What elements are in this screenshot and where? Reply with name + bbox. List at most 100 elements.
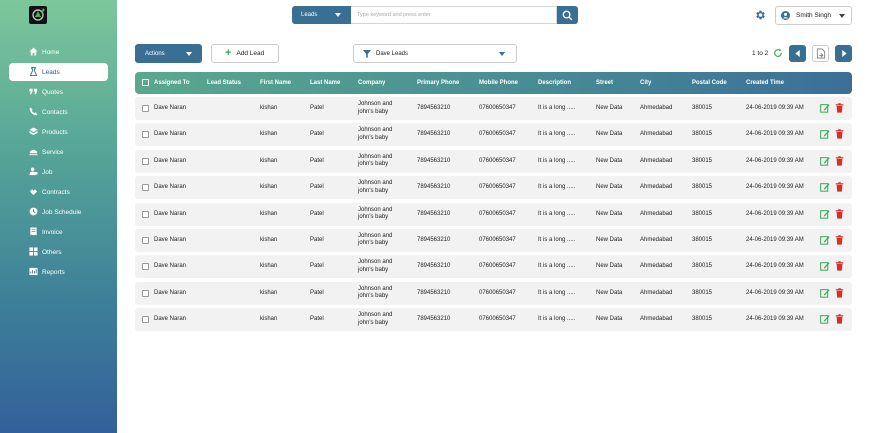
row-checkbox[interactable] [142,184,149,192]
row-checkbox[interactable] [142,210,149,218]
sidebar-item-leads[interactable]: Leads [9,63,108,81]
column-header-city[interactable]: City [640,80,651,86]
column-header-company[interactable]: Company [358,80,385,86]
description-cell: It is a long ..... [538,236,576,243]
sidebar-item-contacts[interactable]: Contacts [9,103,108,121]
created-time-cell: 24-06-2019 09:39 AM [746,316,804,323]
edit-icon[interactable] [820,182,830,192]
sidebar-item-job[interactable]: Job [9,163,108,181]
delete-icon[interactable] [835,156,844,166]
assigned-to-cell: Dave Naran [154,157,187,164]
column-header-description[interactable]: Description [538,80,571,86]
delete-icon[interactable] [835,287,844,298]
add-lead-button[interactable]: + Add Lead [211,44,279,63]
actions-dropdown[interactable]: Actions [135,44,202,63]
row-checkbox[interactable] [142,316,149,324]
column-header-created-time[interactable]: Created Time [746,80,784,86]
delete-icon[interactable] [835,235,844,245]
sidebar-item-quotes[interactable]: Quotes [9,83,108,101]
postal-code-cell: 380015 [692,263,713,270]
first-name-cell: kishan [260,316,278,323]
select-all-checkbox[interactable] [142,79,149,86]
primary-phone-cell: 7894563210 [417,105,451,111]
street-cell: New Data [596,131,623,138]
sidebar-item-job-schedule[interactable]: Job Schedule [9,203,108,221]
row-checkbox[interactable] [142,131,149,139]
edit-icon[interactable] [820,129,830,140]
delete-icon[interactable] [835,314,844,324]
row-checkbox[interactable] [142,263,149,271]
delete-icon[interactable] [835,182,844,192]
sidebar-item-products[interactable]: Products [9,123,108,141]
search-button[interactable] [557,6,578,24]
primary-phone-cell: 7894563210 [417,316,451,323]
table-row[interactable]: Dave Naran kishan Patel Johnson and john's … [135,176,852,200]
edit-icon[interactable] [820,288,830,298]
search-input[interactable] [351,6,557,24]
postal-code-cell: 380015 [692,184,713,191]
next-page-button[interactable] [835,45,852,62]
sidebar-item-service[interactable]: Service [9,143,108,161]
column-header-postal-code[interactable]: Postal Code [692,80,727,86]
row-checkbox[interactable] [142,289,149,297]
edit-icon[interactable] [820,103,830,113]
delete-icon[interactable] [835,129,844,139]
column-header-mobile-phone[interactable]: Mobile Phone [479,80,518,86]
sidebar-item-others[interactable]: Others [9,243,108,261]
edit-icon[interactable] [820,235,830,245]
table-row[interactable]: Dave Naran kishan Patel Johnson and john's … [135,123,852,147]
column-header-last-name[interactable]: Last Name [310,80,340,86]
table-row[interactable]: Dave Naran kishan Patel Johnson and john's … [135,149,852,173]
postal-code-cell: 380015 [692,289,713,296]
sidebar-item-reports[interactable]: Reports [9,263,108,281]
delete-icon[interactable] [835,261,844,271]
column-header-first-name[interactable]: First Name [260,80,291,86]
table-row[interactable]: Dave Naran kishan Patel Johnson and john's … [135,308,852,332]
delete-icon[interactable] [835,103,844,113]
sidebar-item-label: Job Schedule [42,208,82,216]
invoice-icon [30,227,37,236]
sidebar-item-home[interactable]: Home [9,43,108,61]
primary-phone-cell: 7894563210 [417,131,451,138]
row-checkbox[interactable] [142,157,149,165]
sidebar-item-label: Reports [42,268,65,276]
table-row[interactable]: Dave Naran kishan Patel Johnson and john's … [135,281,852,305]
search-module-select[interactable]: Leads [292,6,351,24]
sidebar-item-invoice[interactable]: Invoice [9,223,108,241]
lead-filter-select[interactable]: Dave Leads [353,44,517,63]
row-checkbox[interactable] [142,236,149,244]
table-row[interactable]: Dave Naran kishan Patel Johnson and john's … [135,255,852,279]
assigned-to-cell: Dave Naran [154,210,187,217]
description-cell: It is a long ..... [538,105,576,111]
edit-icon[interactable] [820,209,830,219]
description-cell: It is a long ..... [538,157,576,164]
company-cell: Johnson and john's baby [358,206,393,221]
assigned-to-cell: Dave Naran [154,236,187,243]
previous-page-button[interactable] [789,45,806,62]
sidebar-item-contracts[interactable]: Contracts [9,183,108,201]
column-header-lead-status[interactable]: Lead Status [207,80,241,86]
export-button[interactable] [812,45,829,62]
user-menu[interactable]: Smith Singh [775,6,852,25]
column-header-street[interactable]: Street [596,80,613,86]
row-checkbox[interactable] [142,105,149,112]
delete-icon[interactable] [835,208,844,219]
company-cell: Johnson and john's baby [358,232,393,247]
edit-icon[interactable] [820,261,830,272]
pagination-info: 1 to 2 [752,50,769,57]
gear-icon[interactable] [754,9,766,21]
company-cell: Johnson and john's baby [358,285,393,300]
edit-icon[interactable] [820,156,830,166]
created-time-cell: 24-06-2019 09:39 AM [746,105,804,111]
table-row[interactable]: Dave Naran kishan Patel Johnson and john's … [135,202,852,226]
refresh-icon[interactable] [773,48,783,58]
app-logo[interactable] [29,6,47,24]
job-schedule-icon [29,207,38,216]
table-row[interactable]: Dave Naran kishan Patel Johnson and john's … [135,228,852,252]
column-header-assigned-to[interactable]: Assigned To [154,80,190,86]
primary-phone-cell: 7894563210 [417,210,451,217]
table-row[interactable]: Dave Naran kishan Patel Johnson and john's … [135,97,852,120]
chevron-down-icon [499,52,505,56]
edit-icon[interactable] [820,314,830,324]
column-header-primary-phone[interactable]: Primary Phone [417,80,459,86]
